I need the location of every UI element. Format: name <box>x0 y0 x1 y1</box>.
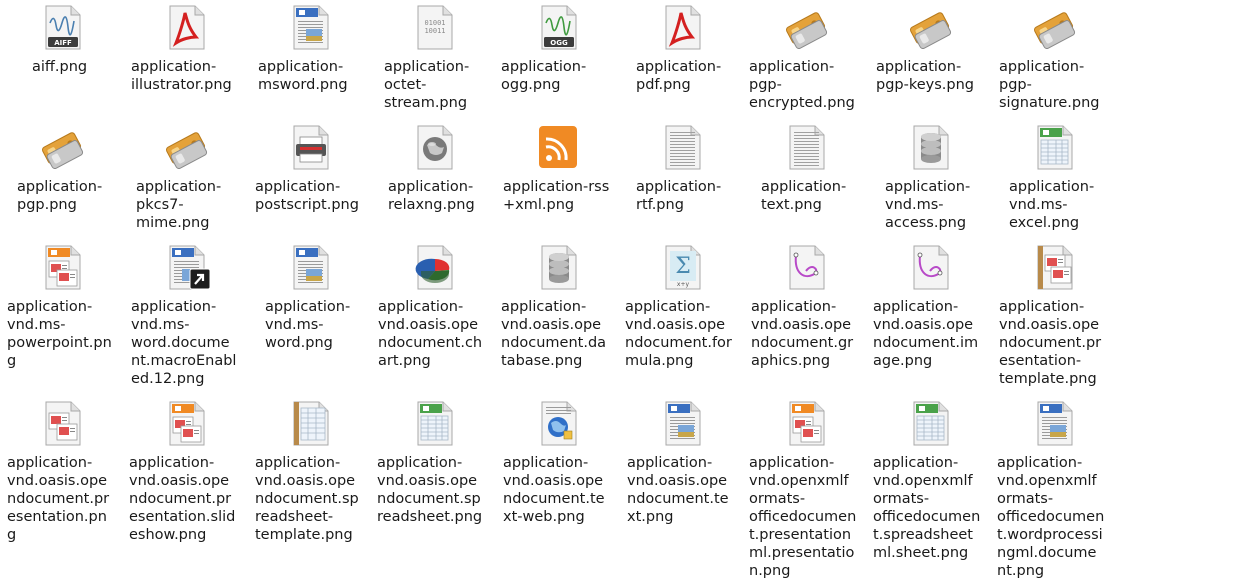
database-document-icon <box>534 243 582 291</box>
file-name-label: application- vnd.oasis.ope ndocument.te … <box>503 455 605 525</box>
file-name-label: application- vnd.oasis.ope ndocument.gr … <box>751 299 854 369</box>
file-name-label: application- vnd.ms- excel.png <box>1009 179 1095 231</box>
word-document-icon <box>658 399 706 447</box>
audio-ogg-icon: OGG <box>534 3 582 51</box>
drawing-document-icon <box>782 243 830 291</box>
pdf-icon <box>162 3 210 51</box>
word-document-icon <box>1030 399 1078 447</box>
svg-text:10011: 10011 <box>424 27 445 35</box>
file-name-label: application- vnd.oasis.ope ndocument.pr … <box>7 455 110 543</box>
pdf-icon <box>658 3 706 51</box>
file-name-label: application- pgp-keys.png <box>876 59 974 93</box>
file-name-label: application- msword.png <box>258 59 348 93</box>
file-name-label: application- rtf.png <box>636 179 722 213</box>
file-name-label: application- vnd.openxmlf ormats- office… <box>749 455 857 579</box>
rss-feed-icon <box>534 123 582 171</box>
file-name-label: application- vnd.oasis.ope ndocument.for… <box>625 299 732 369</box>
file-name-label: application- vnd.ms- word.png <box>265 299 351 351</box>
file-name-label: application- pgp- signature.png <box>999 59 1100 111</box>
svg-text:OGG: OGG <box>550 39 568 47</box>
file-name-label: application- vnd.oasis.ope ndocument.ch … <box>378 299 483 369</box>
file-name-label: application- pgp- encrypted.png <box>749 59 855 111</box>
file-name-label: application- vnd.ms- access.png <box>885 179 971 231</box>
pgp-key-icon <box>1030 3 1078 51</box>
word-document-icon <box>286 243 334 291</box>
pgp-key-icon <box>782 3 830 51</box>
drawing-document-icon <box>906 243 954 291</box>
pgp-key-icon <box>906 3 954 51</box>
svg-text:01001: 01001 <box>424 19 445 27</box>
file-name-label: application- vnd.oasis.ope ndocument.sp … <box>377 455 483 525</box>
presentation-icon <box>162 399 210 447</box>
file-name-label: application- vnd.oasis.ope ndocument.pr … <box>129 455 236 543</box>
file-name-label: application- vnd.oasis.ope ndocument.im … <box>873 299 979 369</box>
formula-document-icon: Σ x+y <box>658 243 706 291</box>
file-name-label: application- pgp.png <box>17 179 103 213</box>
svg-text:x+y: x+y <box>677 281 690 288</box>
printer-document-icon <box>286 123 334 171</box>
file-name-label: application- octet- stream.png <box>384 59 470 111</box>
file-name-label: application- vnd.ms- powerpoint.pn g <box>7 299 112 369</box>
presentation-icon <box>38 243 86 291</box>
file-name-label: application- pkcs7- mime.png <box>136 179 222 231</box>
file-name-label: application- ogg.png <box>501 59 587 93</box>
pgp-key-icon <box>38 123 86 171</box>
globe-document-icon <box>410 123 458 171</box>
file-name-label: application- postscript.png <box>255 179 359 213</box>
presentation-plain-icon <box>38 399 86 447</box>
presentation-icon <box>782 399 830 447</box>
audio-aiff-icon: AIFF <box>38 3 86 51</box>
file-name-label: application-rss +xml.png <box>503 179 610 213</box>
file-name-label: application- pdf.png <box>636 59 722 93</box>
file-name-label: application- vnd.openxmlf ormats- office… <box>873 455 981 561</box>
word-document-icon <box>286 3 334 51</box>
svg-text:Σ: Σ <box>675 254 691 279</box>
spreadsheet-icon <box>410 399 458 447</box>
spreadsheet-template-icon <box>286 399 334 447</box>
file-name-label: application- vnd.oasis.ope ndocument.sp … <box>255 455 359 543</box>
file-name-label: application- text.png <box>761 179 847 213</box>
file-name-label: application- vnd.oasis.ope ndocument.te … <box>627 455 729 525</box>
word-macro-document-icon <box>162 243 210 291</box>
file-name-label: application- relaxng.png <box>388 179 475 213</box>
presentation-template-icon <box>1030 243 1078 291</box>
file-name-label: application- illustrator.png <box>131 59 232 93</box>
svg-text:AIFF: AIFF <box>54 39 72 47</box>
file-name-label: application- vnd.ms- word.docume nt.macr… <box>131 299 237 387</box>
chart-document-icon <box>410 243 458 291</box>
database-document-icon <box>906 123 954 171</box>
pgp-key-icon <box>162 123 210 171</box>
file-name-label: application- vnd.openxmlf ormats- office… <box>997 455 1105 579</box>
spreadsheet-icon <box>1030 123 1078 171</box>
text-document-icon <box>782 123 830 171</box>
text-document-icon <box>658 123 706 171</box>
spreadsheet-icon <box>906 399 954 447</box>
binary-file-icon: 01001 10011 <box>410 3 458 51</box>
file-name-label: application- vnd.oasis.ope ndocument.da … <box>501 299 607 369</box>
file-name-label: application- vnd.oasis.ope ndocument.pr … <box>999 299 1102 387</box>
web-document-icon <box>534 399 582 447</box>
